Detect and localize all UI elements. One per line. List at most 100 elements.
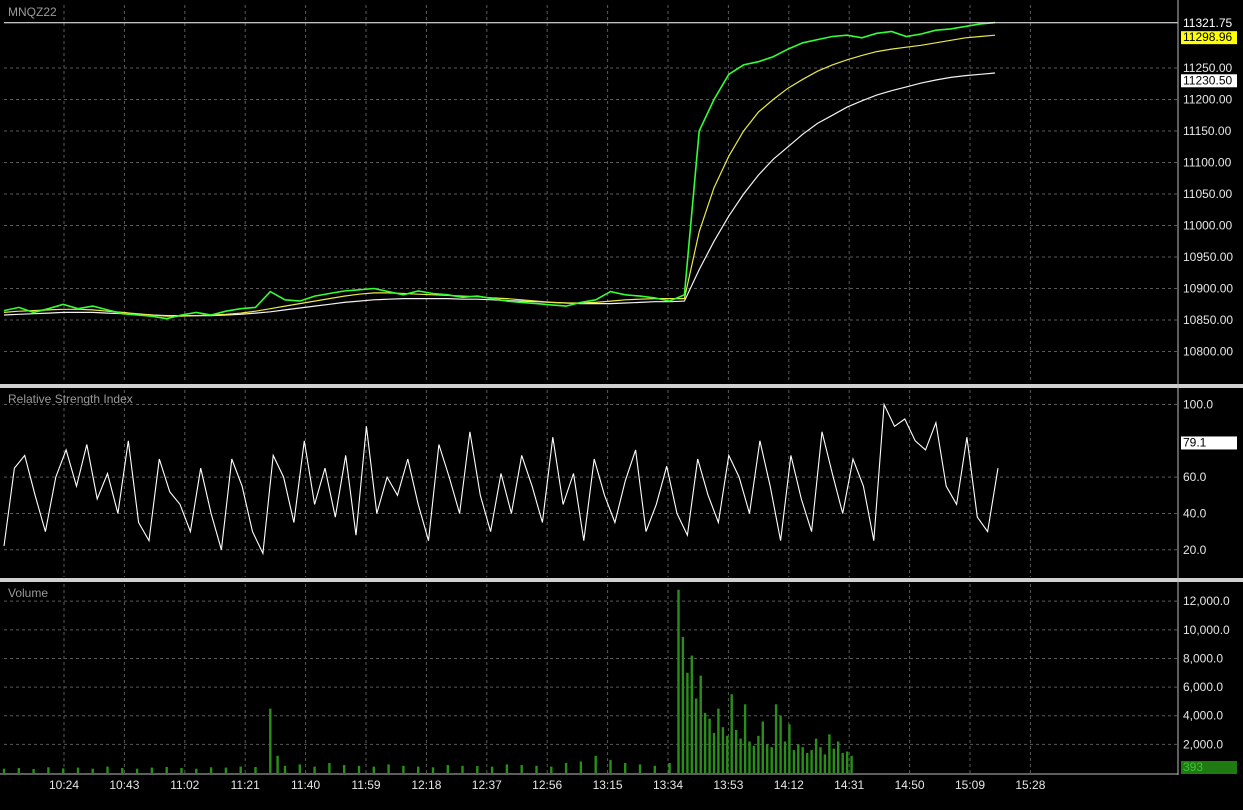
y-axis-tick-label: 11050.00 [1183,187,1232,201]
volume-bar [774,704,778,773]
time-axis-label: 13:34 [653,778,683,792]
axes: 10:24 10:43 11:02 11:21 11:40 11:59 12:18 12:37… [0,0,1243,792]
volume-bar [195,768,198,773]
time-axis-label: 14:12 [774,778,804,792]
volume-bar [717,708,720,773]
volume-bar [810,750,813,773]
volume-bar [135,768,139,773]
volume-bar [712,732,716,773]
volume-bar [770,747,773,773]
fast-moving-average-line [3,34,996,317]
time-axis-label: 15:09 [955,778,985,792]
volume-bar [792,750,796,773]
y-axis-tick-label: 10,000.0 [1183,623,1230,637]
volume-bar [837,741,840,773]
y-axis-tick-label: 11200.00 [1183,93,1232,107]
volume-bar [743,704,747,773]
volume-bar [721,727,725,773]
volume-bar [47,767,50,773]
time-axis-label: 14:50 [895,778,925,792]
y-axis-tick-label: 8,000.0 [1183,651,1223,665]
volume-bar [832,748,835,773]
volume-pane [2,589,853,774]
volume-bar [752,745,756,773]
volume-bar [757,735,760,773]
volume-bar [609,760,612,773]
volume-bar [828,734,831,773]
y-axis-tick-label: 11150.00 [1183,124,1232,138]
volume-bar [735,730,738,773]
time-axis-label: 14:31 [834,778,864,792]
volume-bar [239,766,242,773]
volume-bar [766,744,769,773]
price-pane-title: MNQZ22 [8,5,57,19]
time-axis-label: 13:15 [593,778,623,792]
volume-bar [841,753,844,773]
volume-bar [180,768,183,773]
y-axis-tick-label: 6,000.0 [1183,680,1223,694]
time-axis-label: 11:59 [351,778,380,792]
volume-bar [550,766,553,773]
y-axis-tick-label: 60.0 [1183,470,1207,484]
volume-bar [638,764,642,773]
volume-bar [283,765,287,773]
volume-bar [819,747,822,773]
volume-bar [748,741,751,773]
volume-bar [668,763,671,773]
volume-pane-title: Volume [8,586,49,600]
last-price-tag: 11298.96 [1183,30,1232,44]
volume-bar [594,755,597,773]
volume-bar [165,767,168,773]
volume-bar [653,765,656,773]
volume-bar [417,766,420,773]
moving-average-tag: 11230.50 [1183,73,1232,87]
volume-bar [276,755,279,773]
volume-bar [387,764,390,773]
volume-bar [357,765,361,773]
volume-bar [461,765,464,773]
volume-bar [150,767,154,773]
volume-bar [850,755,853,773]
volume-bar [726,735,729,773]
y-axis-tick-label: 40.0 [1183,506,1207,520]
volume-bar [91,768,94,773]
volume-bar [779,715,782,773]
volume-bar [298,764,301,773]
y-axis-tick-label: 4,000.0 [1183,709,1223,723]
y-axis-tick-label: 10900.00 [1183,282,1233,296]
volume-bar [313,766,316,773]
volume-bar [431,767,435,773]
rsi-pane-title: Relative Strength Index [8,392,133,406]
time-axis-label: 12:37 [472,778,502,792]
volume-bar [269,708,272,773]
volume-bar [681,637,685,773]
volume-bar [761,721,764,773]
volume-bar [254,767,257,773]
volume-bar [686,672,689,773]
volume-bar [209,767,213,773]
volume-bar [505,764,509,773]
volume-bar [797,744,800,773]
volume-bar [328,763,331,773]
volume-bar [579,761,583,773]
y-axis-tick-label: 100.0 [1183,398,1213,412]
volume-bar [677,589,680,773]
volume-bar [372,766,375,773]
volume-bar [476,766,479,773]
volume-bar [690,655,693,773]
volume-bar [801,747,804,773]
volume-bar [703,712,707,773]
volume-bar [224,767,228,773]
time-axis-label: 11:21 [231,778,260,792]
y-axis-tick-label: 20.0 [1183,543,1207,557]
y-axis-tick-label: 11000.00 [1183,219,1232,233]
high-price-tag: 11321.75 [1183,16,1232,30]
volume-bar [814,738,818,773]
time-axis-label: 11:02 [170,778,199,792]
volume-bar [624,763,627,773]
time-axis-label: 11:40 [291,778,320,792]
volume-bar [564,763,568,773]
volume-bar [121,768,124,773]
volume-bar [76,767,80,773]
volume-bar [62,768,65,773]
